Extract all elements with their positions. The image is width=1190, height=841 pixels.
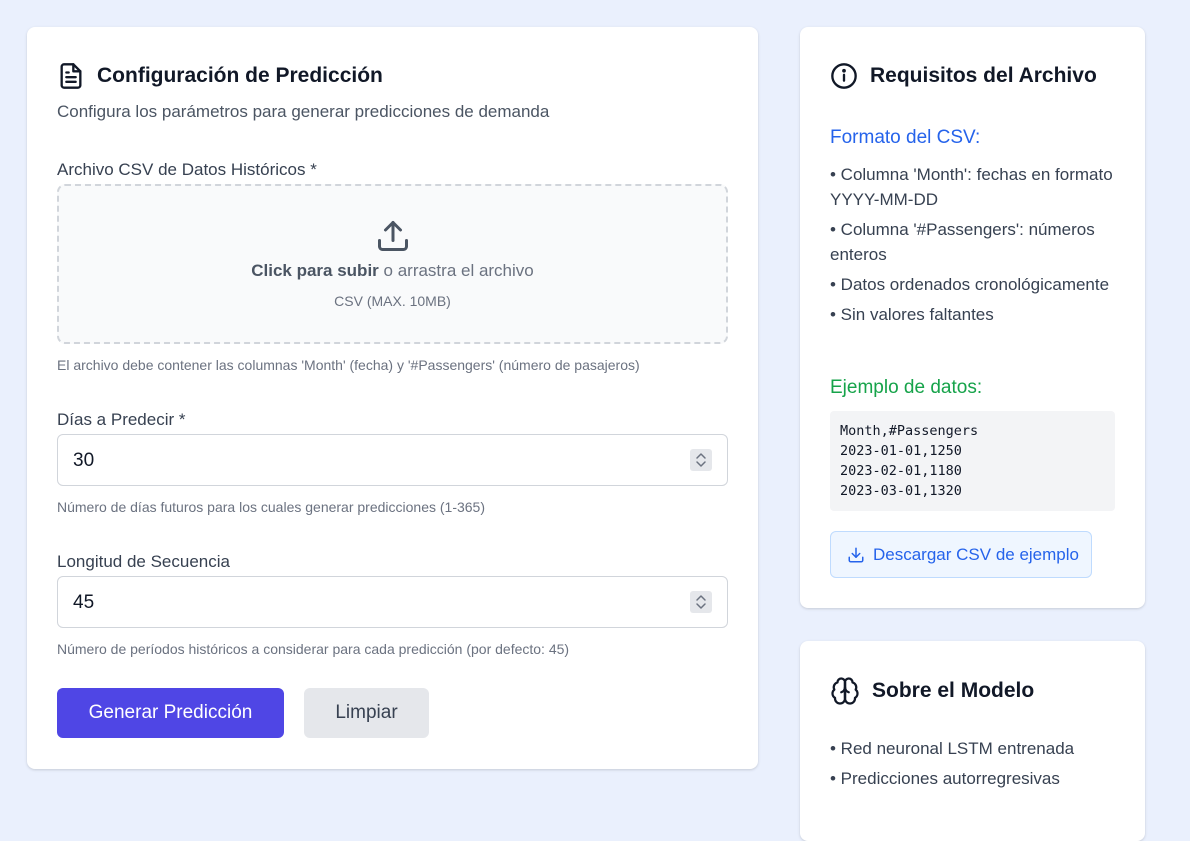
days-spinner[interactable] bbox=[690, 449, 712, 471]
prediction-config-card: Configuración de Predicción Configura lo… bbox=[27, 27, 758, 769]
requirements-title: Requisitos del Archivo bbox=[870, 64, 1097, 87]
upload-file-hint: CSV (MAX. 10MB) bbox=[334, 293, 451, 309]
config-card-header: Configuración de Predicción bbox=[57, 62, 383, 90]
list-item: • Columna 'Month': fechas en formato YYY… bbox=[830, 165, 1113, 209]
list-item: • Predicciones autorregresivas bbox=[830, 769, 1060, 788]
info-icon bbox=[831, 63, 857, 89]
sequence-spinner[interactable] bbox=[690, 591, 712, 613]
model-card-header: Sobre el Modelo bbox=[830, 676, 1034, 706]
spinner-arrows-icon bbox=[696, 453, 706, 467]
upload-icon bbox=[378, 221, 408, 251]
csv-file-help: El archivo debe contener las columnas 'M… bbox=[57, 357, 640, 373]
csv-format-list: • Columna 'Month': fechas en formato YYY… bbox=[830, 162, 1120, 332]
sequence-input[interactable]: 45 bbox=[57, 576, 728, 628]
csv-dropzone[interactable]: Click para subir o arrastra el archivo C… bbox=[57, 184, 728, 344]
brain-icon bbox=[831, 677, 859, 705]
generate-prediction-button[interactable]: Generar Predicción bbox=[57, 688, 284, 738]
file-requirements-card: Requisitos del Archivo Formato del CSV: … bbox=[800, 27, 1145, 608]
sequence-label: Longitud de Secuencia bbox=[57, 552, 230, 571]
model-features-list: • Red neuronal LSTM entrenada • Predicci… bbox=[830, 736, 1120, 796]
upload-instruction: Click para subir o arrastra el archivo bbox=[59, 261, 726, 281]
days-label: Días a Predecir * bbox=[57, 410, 186, 429]
download-sample-label: Descargar CSV de ejemplo bbox=[873, 544, 1079, 564]
download-icon bbox=[848, 547, 864, 562]
data-example-code: Month,#Passengers 2023-01-01,1250 2023-0… bbox=[830, 411, 1115, 511]
spinner-arrows-icon bbox=[696, 595, 706, 609]
model-info-card: Sobre el Modelo • Red neuronal LSTM entr… bbox=[800, 641, 1145, 841]
csv-format-heading: Formato del CSV: bbox=[830, 127, 981, 148]
days-input[interactable]: 30 bbox=[57, 434, 728, 486]
days-value: 30 bbox=[73, 450, 95, 471]
code-line: Month,#Passengers bbox=[840, 423, 979, 439]
list-item: • Sin valores faltantes bbox=[830, 305, 994, 324]
code-line: 2023-03-01,1320 bbox=[840, 483, 962, 499]
days-help: Número de días futuros para los cuales g… bbox=[57, 499, 486, 515]
upload-click-text: Click para subir bbox=[251, 261, 379, 280]
code-line: 2023-02-01,1180 bbox=[840, 463, 962, 479]
sequence-value: 45 bbox=[73, 592, 95, 613]
config-title: Configuración de Predicción bbox=[97, 64, 383, 87]
csv-file-label: Archivo CSV de Datos Históricos * bbox=[57, 160, 317, 179]
list-item: • Columna '#Passengers': números enteros bbox=[830, 220, 1095, 264]
config-description: Configura los parámetros para generar pr… bbox=[57, 102, 550, 121]
upload-drag-text: o arrastra el archivo bbox=[378, 261, 534, 280]
download-sample-csv-button[interactable]: Descargar CSV de ejemplo bbox=[830, 531, 1092, 578]
data-example-heading: Ejemplo de datos: bbox=[830, 377, 983, 398]
sequence-help: Número de períodos históricos a consider… bbox=[57, 641, 570, 657]
list-item: • Red neuronal LSTM entrenada bbox=[830, 739, 1075, 758]
model-title: Sobre el Modelo bbox=[872, 679, 1035, 702]
document-icon bbox=[60, 63, 82, 89]
code-line: 2023-01-01,1250 bbox=[840, 443, 962, 459]
clear-button[interactable]: Limpiar bbox=[304, 688, 429, 738]
list-item: • Datos ordenados cronológicamente bbox=[830, 275, 1110, 294]
requirements-card-header: Requisitos del Archivo bbox=[830, 62, 1097, 90]
